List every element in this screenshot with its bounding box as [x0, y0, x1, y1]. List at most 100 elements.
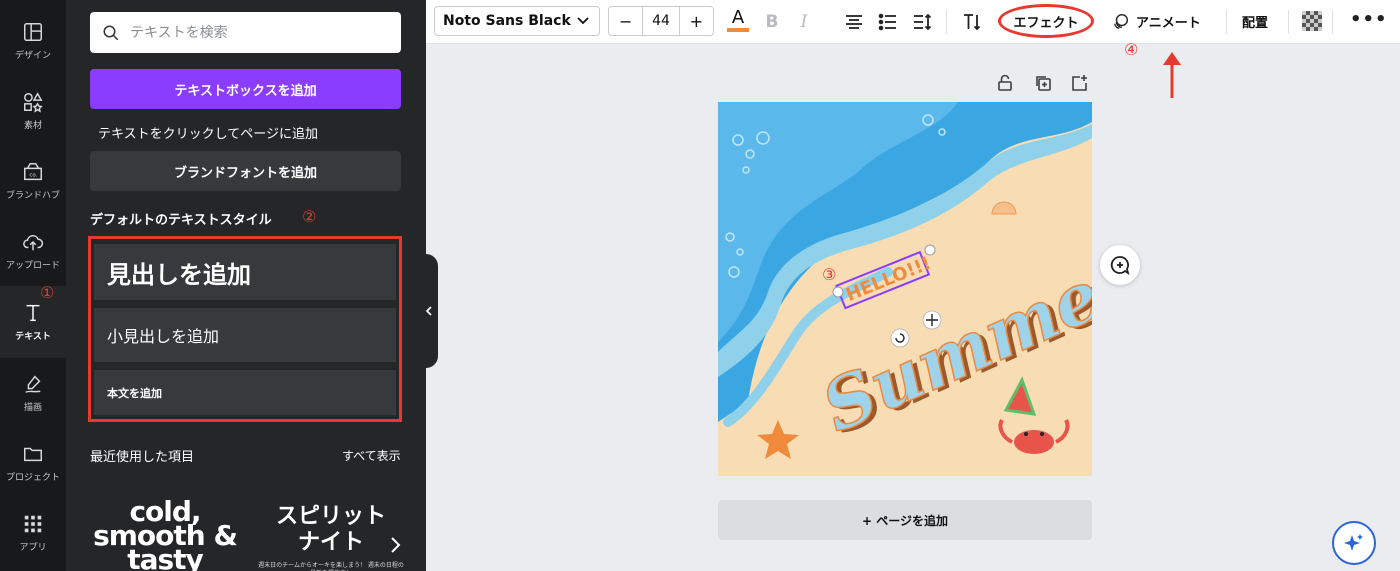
rail-item-apps[interactable]: アプリ	[0, 498, 66, 568]
text-color-letter: A	[731, 6, 745, 28]
see-all-link[interactable]: すべて表示	[342, 447, 401, 464]
chevron-right-icon	[391, 537, 401, 553]
search-box[interactable]	[90, 12, 401, 53]
text-color-swatch	[727, 27, 749, 32]
add-brand-font-button[interactable]: ブランドフォントを追加	[90, 151, 401, 191]
rail-item-projects[interactable]: プロジェクト	[0, 428, 66, 498]
text-size-icon	[964, 14, 981, 31]
add-heading-button[interactable]: 見出しを追加	[94, 244, 396, 300]
add-page-icon	[1072, 75, 1087, 91]
search-icon	[103, 25, 119, 40]
body-label: 本文を追加	[107, 386, 162, 400]
duplicate-icon	[1036, 76, 1051, 91]
apps-icon	[24, 515, 42, 533]
rail-label: アップロード	[5, 261, 60, 271]
recent-2-line1: スピリット	[275, 504, 386, 529]
align-button[interactable]	[840, 8, 868, 36]
font-selector[interactable]: Noto Sans Black	[434, 6, 600, 36]
add-text-hint: テキストをクリックしてページに追加	[98, 127, 318, 142]
recent-item-cold-smooth[interactable]: cold, smooth & tasty	[90, 478, 240, 571]
add-body-button[interactable]: 本文を追加	[94, 370, 396, 415]
add-page-button[interactable]: + ページを追加	[718, 500, 1092, 540]
heading-label: 見出しを追加	[107, 260, 251, 289]
position-button[interactable]: 配置	[1242, 12, 1268, 31]
font-size-value[interactable]: 44	[642, 7, 680, 35]
annotation-4: ④	[1124, 40, 1139, 59]
upload-icon	[23, 234, 44, 251]
font-name: Noto Sans Black	[443, 13, 571, 29]
line-spacing-icon	[914, 13, 932, 31]
toolbar-divider	[1226, 10, 1227, 34]
recent-title: 最近使用した項目	[90, 450, 195, 465]
text-color-button[interactable]: A	[724, 6, 752, 34]
rail-label: ブランドハブ	[5, 191, 60, 201]
add-textbox-button[interactable]: テキストボックスを追加	[90, 69, 401, 109]
magic-assistant-button[interactable]	[1332, 521, 1376, 565]
recent-2-line2: ナイト	[297, 530, 364, 555]
toolbar-divider	[1288, 10, 1289, 34]
recent-2-small: 週末日のチームからオーキを楽しまう！ 週末の日程の最新を掲載中！	[258, 562, 404, 571]
rail-item-uploads[interactable]: アップロード	[0, 216, 66, 286]
red-arrow-icon	[1163, 52, 1181, 98]
animate-label: アニメート	[1136, 15, 1201, 31]
transparency-icon[interactable]	[1302, 11, 1322, 31]
bullet-list-icon	[878, 13, 896, 31]
toolbar-divider	[946, 10, 947, 34]
rail-item-draw[interactable]: 描画	[0, 358, 66, 428]
annotation-1: ①	[40, 283, 55, 302]
rail-item-text[interactable]: テキスト	[0, 286, 66, 358]
draw-icon	[25, 375, 41, 393]
rail-label: テキスト	[15, 332, 51, 342]
add-page-icon-button[interactable]	[1070, 74, 1090, 94]
text-panel: テキストボックスを追加 テキストをクリックしてページに追加 ブランドフォントを追…	[66, 0, 426, 571]
lock-icon	[998, 74, 1012, 91]
layout-icon	[24, 23, 42, 41]
shapes-icon	[24, 92, 43, 113]
annotation-3: ③	[822, 265, 836, 284]
animate-button[interactable]: アニメート	[1112, 8, 1201, 34]
summer-beach-illustration: HELLO!!! Summer Summer ③	[718, 102, 1092, 476]
align-center-icon	[846, 15, 862, 29]
toolbar-divider	[1332, 10, 1333, 34]
text-orientation-button[interactable]	[958, 8, 986, 36]
spacing-button[interactable]	[908, 8, 936, 36]
size-decrease-button[interactable]: −	[609, 7, 642, 35]
annotation-2: ②	[302, 207, 317, 226]
subheading-label: 小見出しを追加	[107, 327, 220, 346]
top-toolbar: Noto Sans Black − 44 + A B I エフェクト アニメート…	[426, 0, 1400, 44]
sparkle-icon	[1344, 534, 1363, 551]
rail-label: アプリ	[19, 543, 47, 553]
chevron-down-icon	[577, 17, 589, 25]
rail-label: 描画	[23, 403, 42, 413]
design-page[interactable]: HELLO!!! Summer Summer ③	[718, 102, 1092, 476]
comment-button[interactable]	[1100, 245, 1140, 285]
animate-icon	[1113, 13, 1129, 29]
search-input[interactable]	[130, 24, 380, 41]
more-options-button[interactable]: •••	[1350, 9, 1388, 30]
rail-item-brand-hub[interactable]: co. ブランドハブ	[0, 146, 66, 216]
duplicate-page-button[interactable]	[1034, 74, 1054, 94]
rail-label: プロジェクト	[5, 473, 60, 483]
default-styles-highlight: 見出しを追加 小見出しを追加 本文を追加	[88, 236, 402, 422]
collapse-panel-handle[interactable]	[420, 254, 438, 368]
folder-icon	[24, 447, 42, 462]
recent-item-spirit-night[interactable]: スピリット ナイト 週末日のチームからオーキを楽しまう！ 週末の日程の最新を掲載…	[256, 478, 406, 571]
rail-item-design[interactable]: デザイン	[0, 6, 66, 76]
effects-button[interactable]: エフェクト	[998, 4, 1094, 38]
comment-add-icon	[1110, 256, 1130, 275]
svg-text:co.: co.	[29, 173, 37, 179]
lock-page-button[interactable]	[996, 74, 1016, 94]
rail-item-elements[interactable]: 素材	[0, 76, 66, 146]
rail-label: 素材	[23, 121, 42, 131]
font-size-stepper: − 44 +	[608, 6, 714, 36]
left-rail: デザイン 素材 co. ブランドハブ アップロード テキスト 描画 プロジェクト…	[0, 0, 66, 571]
bold-button[interactable]: B	[758, 8, 786, 36]
rail-label: デザイン	[14, 51, 51, 61]
add-subheading-button[interactable]: 小見出しを追加	[94, 308, 396, 362]
italic-button[interactable]: I	[790, 8, 818, 36]
recent-next-button[interactable]	[388, 536, 406, 558]
text-icon	[26, 304, 40, 322]
default-styles-title: デフォルトのテキストスタイル	[90, 213, 272, 228]
list-button[interactable]	[874, 8, 902, 36]
size-increase-button[interactable]: +	[680, 7, 713, 35]
